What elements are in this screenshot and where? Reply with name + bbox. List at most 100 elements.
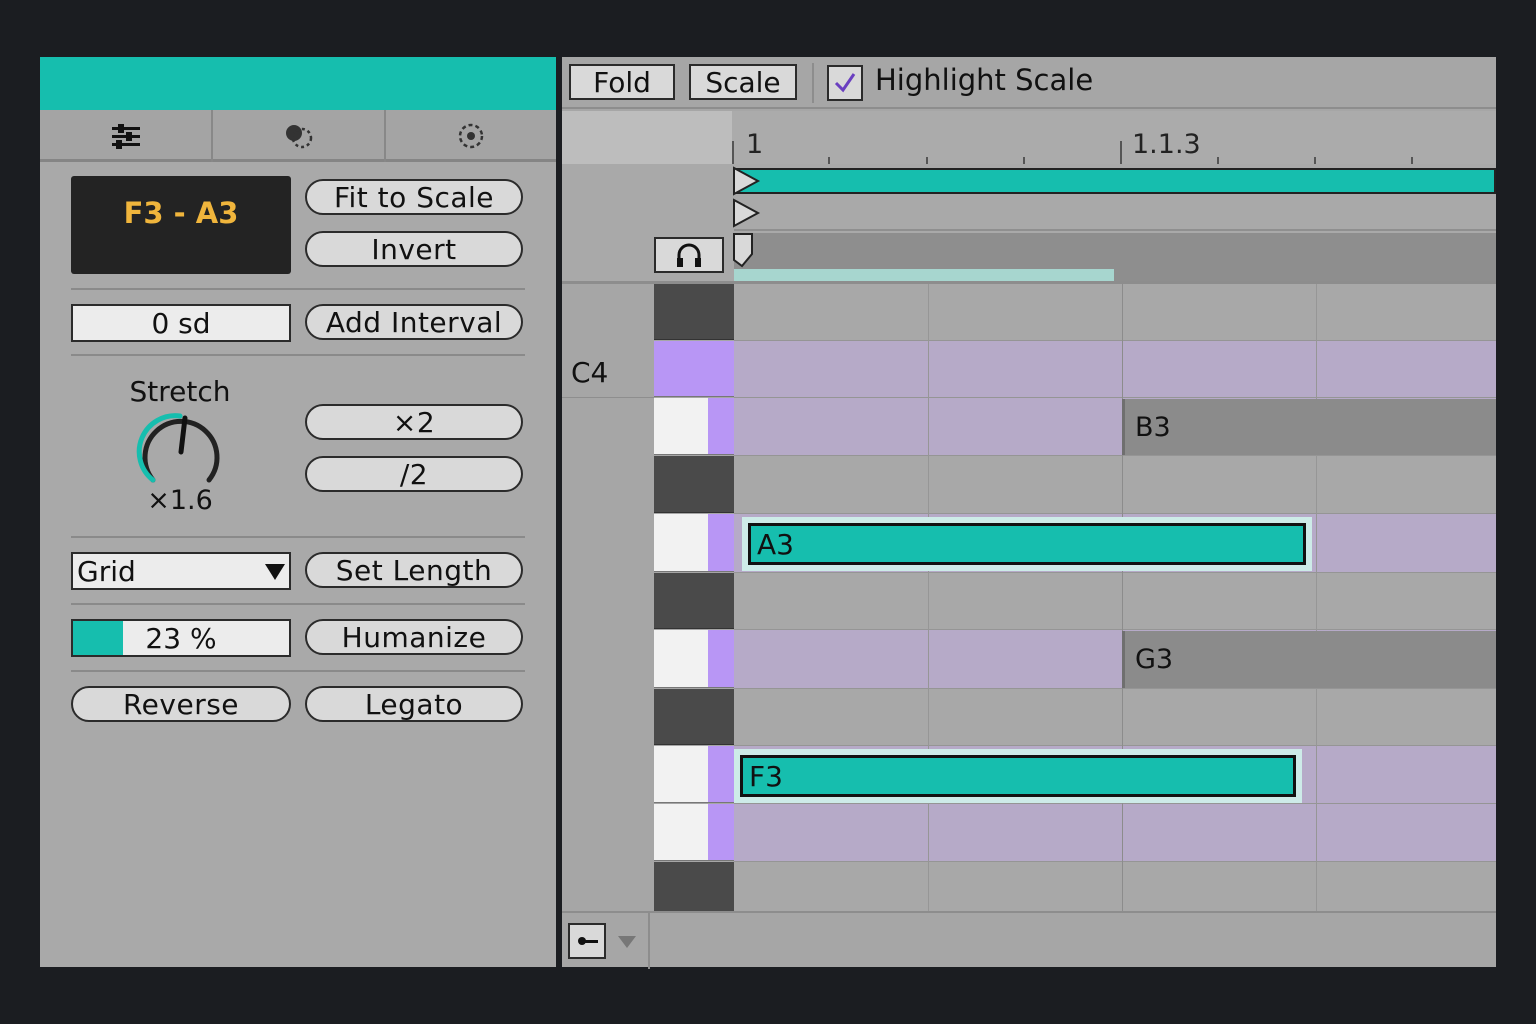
ruler-tick xyxy=(1411,157,1413,164)
pitch-range-display: F3 - A3 xyxy=(71,176,291,274)
multiply-2-button[interactable]: ×2 xyxy=(305,404,523,440)
grid-line xyxy=(1122,284,1123,911)
midi-note-f3[interactable]: F3 xyxy=(740,755,1296,797)
length-mode-select[interactable]: Grid xyxy=(71,552,291,590)
preview-button[interactable] xyxy=(654,237,724,273)
scale-button[interactable]: Scale xyxy=(689,64,797,100)
ruler-label: 1.1.3 xyxy=(1132,129,1201,160)
piano-keys[interactable] xyxy=(654,284,734,911)
piano-key-f3[interactable] xyxy=(654,746,734,803)
midi-note-a3[interactable]: A3 xyxy=(748,523,1306,565)
octave-line xyxy=(562,397,654,398)
scale-marker xyxy=(708,746,734,802)
piano-key-g3[interactable] xyxy=(654,630,734,688)
note-grid[interactable]: B3 G3 A3 F3 xyxy=(734,284,1496,911)
reverse-button[interactable]: Reverse xyxy=(71,686,291,722)
footer-separator xyxy=(648,913,650,969)
chevron-down-icon xyxy=(265,564,285,580)
grid-row-scale xyxy=(734,341,1496,398)
grid-row xyxy=(734,284,1496,341)
piano-key-black[interactable] xyxy=(654,284,734,340)
piano-roll: Fold Scale Highlight Scale 1 1.1.3 C4 B3… xyxy=(562,57,1496,969)
note-labels: C4 xyxy=(562,284,654,911)
divider xyxy=(71,354,525,356)
piano-key-black[interactable] xyxy=(654,456,734,513)
highlight-scale-checkbox[interactable] xyxy=(827,65,863,101)
legato-button[interactable]: Legato xyxy=(305,686,523,722)
clip-panel: F3 - A3 Fit to Scale Invert 0 sd Add Int… xyxy=(40,57,556,967)
piano-key-c4[interactable] xyxy=(654,341,734,397)
stretch-knob[interactable] xyxy=(136,412,226,492)
length-mode-value: Grid xyxy=(77,554,136,588)
ruler-tick xyxy=(828,157,830,164)
humanize-amount-slider[interactable]: 23 % xyxy=(71,619,291,657)
piano-key-black[interactable] xyxy=(654,862,734,911)
stretch-value: ×1.6 xyxy=(147,485,213,516)
ruler-tick xyxy=(732,141,734,164)
ruler-corner xyxy=(562,111,732,164)
marker-flags[interactable] xyxy=(732,166,764,282)
add-interval-button[interactable]: Add Interval xyxy=(305,304,523,340)
ghost-note-g3: G3 xyxy=(1122,631,1496,688)
divider xyxy=(71,603,525,605)
ruler-tick xyxy=(1314,157,1316,164)
divide-2-button[interactable]: /2 xyxy=(305,456,523,492)
pitch-range-text: F3 - A3 xyxy=(123,196,239,230)
check-icon xyxy=(834,73,856,93)
fit-to-scale-button[interactable]: Fit to Scale xyxy=(305,179,523,215)
stretch-label: Stretch xyxy=(129,375,231,408)
tab-transform[interactable] xyxy=(40,110,211,162)
grid-row xyxy=(734,862,1496,911)
grid-row-scale xyxy=(734,804,1496,862)
toolbar-separator xyxy=(812,63,814,103)
ruler-tick xyxy=(1120,141,1122,164)
grid-row xyxy=(734,689,1496,746)
piano-key-e3[interactable] xyxy=(654,804,734,861)
chevron-down-icon[interactable] xyxy=(617,935,637,949)
ruler-tick xyxy=(926,157,928,164)
envelope-icon xyxy=(285,125,312,149)
fold-button[interactable]: Fold xyxy=(569,64,675,100)
tab-generate[interactable] xyxy=(211,110,384,162)
ghost-note-b3: B3 xyxy=(1122,399,1496,455)
clip-region xyxy=(734,269,1114,281)
start-marker-lane xyxy=(734,199,1496,231)
piano-key-black[interactable] xyxy=(654,689,734,745)
divider xyxy=(71,288,525,290)
panel-tabs xyxy=(40,110,556,162)
piano-roll-footer xyxy=(562,911,1496,969)
scale-marker xyxy=(708,804,734,860)
grid-line xyxy=(928,284,929,911)
invert-button[interactable]: Invert xyxy=(305,231,523,267)
set-length-button[interactable]: Set Length xyxy=(305,552,523,588)
humanize-button[interactable]: Humanize xyxy=(305,619,523,655)
humanize-amount-text: 23 % xyxy=(145,621,217,655)
piano-key-a3[interactable] xyxy=(654,514,734,572)
divider xyxy=(71,670,525,672)
interval-field[interactable]: 0 sd xyxy=(71,304,291,342)
ruler-tick xyxy=(1217,157,1219,164)
ruler-label: 1 xyxy=(746,129,764,160)
grid-row xyxy=(734,456,1496,514)
octave-label: C4 xyxy=(571,356,609,389)
piano-key-b3[interactable] xyxy=(654,398,734,455)
sliders-icon xyxy=(111,124,140,149)
grid-row xyxy=(734,573,1496,630)
beat-ruler[interactable]: 1 1.1.3 xyxy=(732,111,1496,164)
scale-marker xyxy=(708,514,734,571)
piano-roll-toolbar: Fold Scale Highlight Scale xyxy=(562,57,1496,109)
scale-marker xyxy=(708,398,734,454)
loop-bar[interactable] xyxy=(734,168,1496,194)
piano-key-black[interactable] xyxy=(654,573,734,629)
divider xyxy=(71,536,525,538)
grid-line xyxy=(1316,284,1317,911)
target-icon xyxy=(458,123,484,149)
zoom-to-fit-button[interactable] xyxy=(568,923,606,959)
ruler-tick xyxy=(1023,157,1025,164)
pin-icon xyxy=(578,937,598,945)
scale-marker xyxy=(708,630,734,687)
clip-header[interactable] xyxy=(40,57,556,110)
highlight-scale-label: Highlight Scale xyxy=(875,63,1094,97)
headphones-icon xyxy=(677,243,701,267)
tab-pitch[interactable] xyxy=(384,110,556,162)
